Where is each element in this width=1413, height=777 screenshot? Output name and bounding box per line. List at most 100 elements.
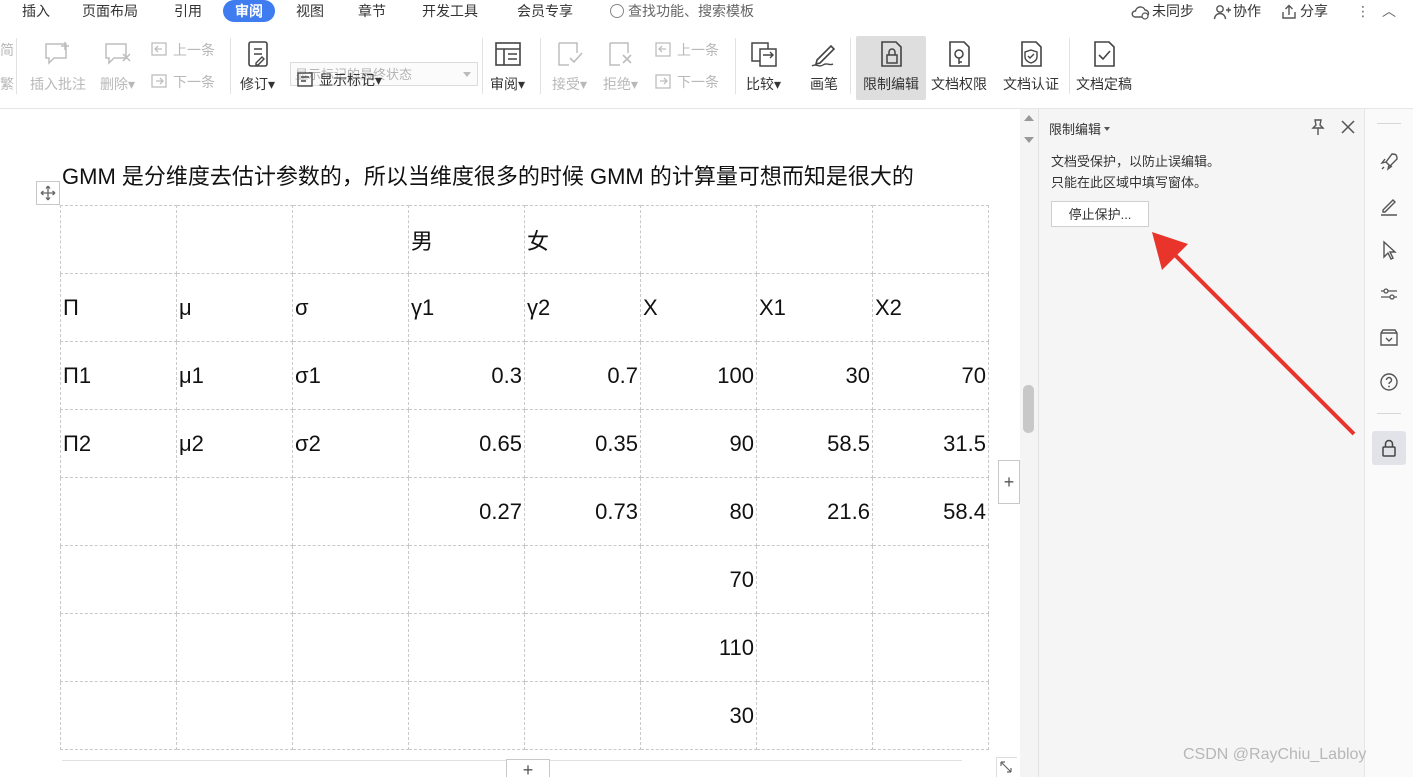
document-paragraph[interactable]: GMM 是分维度去估计参数的，所以当维度很多的时候 GMM 的计算量可想而知是很…: [62, 159, 914, 191]
table-cell[interactable]: [60, 613, 177, 682]
doc-permission-button[interactable]: 文档权限: [931, 38, 987, 94]
add-column-button[interactable]: +: [998, 460, 1020, 504]
table-cell[interactable]: [756, 205, 873, 274]
table-cell[interactable]: 100: [640, 341, 757, 410]
table-cell[interactable]: 30: [756, 341, 873, 410]
table-cell[interactable]: [176, 545, 293, 614]
table-cell[interactable]: 70: [872, 341, 989, 410]
table-cell[interactable]: [872, 681, 989, 750]
table-cell[interactable]: [60, 681, 177, 750]
table-cell[interactable]: 70: [640, 545, 757, 614]
scroll-down-icon[interactable]: [1024, 137, 1034, 143]
pin-icon[interactable]: [1309, 118, 1327, 136]
table-cell[interactable]: 58.5: [756, 409, 873, 478]
collapse-ribbon-icon[interactable]: ︿: [1382, 0, 1396, 22]
show-markup-button[interactable]: 显示标记 ▾: [296, 70, 382, 90]
scroll-up-icon[interactable]: [1024, 115, 1034, 121]
table-cell[interactable]: 0.35: [524, 409, 641, 478]
close-icon[interactable]: [1339, 118, 1357, 136]
restrict-editing-button[interactable]: 限制编辑: [856, 36, 926, 100]
table-cell[interactable]: 0.3: [408, 341, 525, 410]
table-cell[interactable]: [872, 205, 989, 274]
prev-comment-button[interactable]: 上一条: [150, 40, 215, 60]
table-cell[interactable]: [176, 477, 293, 546]
table-move-handle[interactable]: [36, 181, 60, 205]
simplified-label[interactable]: 简: [0, 40, 14, 60]
tab-developer[interactable]: 开发工具: [420, 0, 480, 22]
tab-view[interactable]: 视图: [294, 0, 326, 22]
table-cell[interactable]: [292, 477, 409, 546]
template-store-icon[interactable]: [1372, 321, 1406, 355]
table-cell[interactable]: X2: [872, 273, 989, 342]
table-cell[interactable]: Π: [60, 273, 177, 342]
table-cell[interactable]: Π2: [60, 409, 177, 478]
help-icon[interactable]: [1372, 365, 1406, 399]
table-cell[interactable]: 0.73: [524, 477, 641, 546]
table-cell[interactable]: [524, 681, 641, 750]
table-cell[interactable]: [292, 681, 409, 750]
accept-button[interactable]: 接受▾: [552, 38, 587, 94]
table-cell[interactable]: γ2: [524, 273, 641, 342]
tab-member[interactable]: 会员专享: [515, 0, 575, 22]
table-cell[interactable]: [176, 681, 293, 750]
delete-comment-button[interactable]: 删除▾: [100, 38, 135, 94]
rocket-icon[interactable]: [1372, 145, 1406, 179]
table-cell[interactable]: 0.7: [524, 341, 641, 410]
tab-review[interactable]: 审阅: [223, 0, 275, 22]
prev-change-button[interactable]: 上一条: [654, 40, 719, 60]
table-cell[interactable]: 58.4: [872, 477, 989, 546]
collab-button[interactable]: 协作: [1213, 0, 1261, 22]
table-cell[interactable]: 0.27: [408, 477, 525, 546]
table-cell[interactable]: [756, 545, 873, 614]
table-cell[interactable]: Π1: [60, 341, 177, 410]
vertical-scrollbar[interactable]: [1020, 109, 1038, 777]
track-changes-button[interactable]: 修订▾: [240, 38, 275, 94]
table-cell[interactable]: [60, 205, 177, 274]
document-area[interactable]: GMM 是分维度去估计参数的，所以当维度很多的时候 GMM 的计算量可想而知是很…: [0, 109, 1020, 777]
stop-protection-button[interactable]: 停止保护...: [1051, 201, 1149, 227]
table-cell[interactable]: [60, 477, 177, 546]
tab-page-layout[interactable]: 页面布局: [80, 0, 140, 22]
add-row-button[interactable]: +: [506, 759, 550, 777]
panel-title[interactable]: 限制编辑: [1049, 119, 1111, 138]
next-change-button[interactable]: 下一条: [654, 72, 719, 92]
lock-icon[interactable]: [1372, 431, 1406, 465]
table-cell[interactable]: [640, 205, 757, 274]
tab-chapter[interactable]: 章节: [356, 0, 388, 22]
table-cell[interactable]: μ1: [176, 341, 293, 410]
scroll-thumb[interactable]: [1023, 385, 1034, 433]
reject-button[interactable]: 拒绝▾: [603, 38, 638, 94]
table-resize-handle[interactable]: [996, 757, 1017, 777]
doc-certify-button[interactable]: 文档认证: [1003, 38, 1059, 94]
table-cell[interactable]: μ2: [176, 409, 293, 478]
table-cell[interactable]: 31.5: [872, 409, 989, 478]
table-cell[interactable]: [292, 613, 409, 682]
review-pane-button[interactable]: 审阅▾: [490, 38, 525, 94]
table-cell[interactable]: σ2: [292, 409, 409, 478]
table-cell[interactable]: [292, 545, 409, 614]
table-cell[interactable]: [756, 681, 873, 750]
table-cell[interactable]: [408, 613, 525, 682]
tab-references[interactable]: 引用: [172, 0, 204, 22]
insert-comment-button[interactable]: 插入批注: [30, 38, 86, 94]
table-cell[interactable]: 0.65: [408, 409, 525, 478]
table-cell[interactable]: 90: [640, 409, 757, 478]
table-cell[interactable]: [408, 545, 525, 614]
table-cell[interactable]: X1: [756, 273, 873, 342]
table-cell[interactable]: X: [640, 273, 757, 342]
table-cell[interactable]: 30: [640, 681, 757, 750]
sync-status[interactable]: 未同步: [1130, 0, 1194, 22]
table-cell[interactable]: 男: [408, 205, 525, 274]
doc-finalize-button[interactable]: 文档定稿: [1076, 38, 1132, 94]
table-cell[interactable]: [524, 613, 641, 682]
table-cell[interactable]: [756, 613, 873, 682]
table-cell[interactable]: 110: [640, 613, 757, 682]
table-cell[interactable]: [872, 613, 989, 682]
table-cell[interactable]: 女: [524, 205, 641, 274]
data-table[interactable]: 男女 Πμ σ γ1 γ2 X X1 X2 Π1 μ1 σ1 0.3 0.7 100 30 70 Π2 μ2 σ2 0…: [60, 205, 989, 750]
table-cell[interactable]: 80: [640, 477, 757, 546]
traditional-label[interactable]: 繁: [0, 74, 14, 94]
table-cell[interactable]: [292, 205, 409, 274]
table-cell[interactable]: 21.6: [756, 477, 873, 546]
pen-button[interactable]: 画笔: [808, 38, 840, 94]
